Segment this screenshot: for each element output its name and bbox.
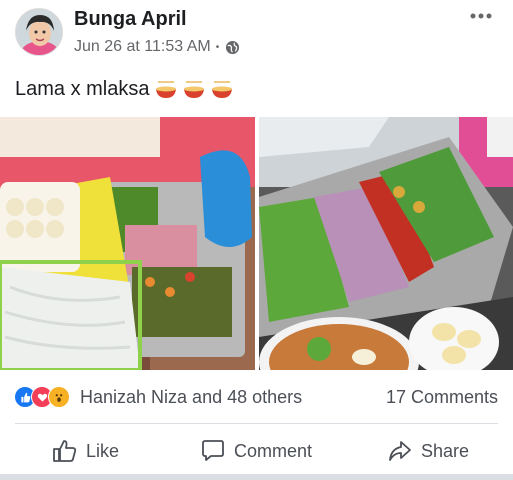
wow-icon: [48, 386, 70, 408]
bowl-icon: [182, 80, 206, 100]
post-header: Bunga April Jun 26 at 11:53 AM •: [0, 0, 513, 64]
post-meta: Jun 26 at 11:53 AM •: [74, 38, 240, 56]
post-text-content: Lama x mlaksa: [15, 78, 150, 100]
share-button[interactable]: Share: [387, 430, 469, 472]
photo-salad-laksa[interactable]: [259, 117, 513, 370]
reaction-icons[interactable]: [14, 386, 70, 408]
photo-grid: [0, 117, 513, 370]
author-name[interactable]: Bunga April: [74, 8, 187, 31]
globe-icon: [225, 40, 240, 55]
comment-button[interactable]: Comment: [200, 430, 312, 472]
comment-label: Comment: [234, 440, 313, 461]
bowl-icon: [154, 80, 178, 100]
post-text: Lama x mlaksa: [15, 78, 234, 101]
share-label: Share: [421, 440, 470, 461]
bowl-icon: [210, 80, 234, 100]
share-icon: [389, 441, 411, 461]
avatar[interactable]: [15, 8, 63, 56]
more-options-button[interactable]: [466, 4, 496, 28]
feed-separator: [0, 474, 513, 480]
post-actions: Like Comment Share: [0, 430, 513, 472]
meta-separator: •: [215, 41, 220, 53]
comments-count[interactable]: 17 Comments: [386, 387, 498, 408]
thumbs-up-icon: [53, 440, 77, 462]
divider: [15, 423, 498, 424]
photo-noodles-trays[interactable]: [0, 117, 255, 370]
like-button[interactable]: Like: [52, 430, 119, 472]
comment-icon: [202, 440, 224, 461]
like-label: Like: [86, 440, 120, 461]
likers-text[interactable]: Hanizah Niza and 48 others: [80, 387, 302, 408]
post-timestamp[interactable]: Jun 26 at 11:53 AM: [74, 38, 211, 56]
